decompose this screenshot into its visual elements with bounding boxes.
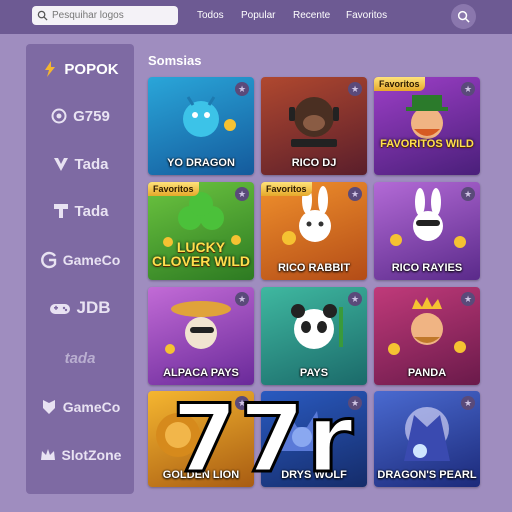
search-icon [37,10,48,21]
favorite-star-icon[interactable]: ★ [461,187,475,201]
favorite-star-icon[interactable]: ★ [235,292,249,306]
game-tile[interactable]: ★ PANDA [374,287,480,385]
provider-label: Tada [74,155,109,173]
provider-label: G759 [73,107,110,125]
provider-tada[interactable]: Tada [26,149,134,179]
search-input[interactable] [52,10,172,21]
favorite-star-icon[interactable]: ★ [461,82,475,96]
provider-tada-logo[interactable]: tada [26,343,134,373]
provider-label: Tada [74,202,109,220]
top-bar: Todos Popular Recente Favoritos [0,0,512,34]
game-tile[interactable]: ★ ALPACA PAYS [148,287,254,385]
search-icon [457,10,470,23]
provider-g759[interactable]: G759 [26,101,134,131]
provider-jdb[interactable]: JDB [26,293,134,323]
crest-icon [40,398,58,416]
game-tile[interactable]: Favoritos ★ RICO RABBIT [261,182,367,280]
game-tile[interactable]: ★ RICO DJ [261,77,367,175]
overlay-text: 77r [171,385,356,494]
nav-todos[interactable]: Todos [197,10,224,21]
provider-label: SlotZone [61,447,122,463]
game-tile[interactable]: ★ PAYS [261,287,367,385]
provider-label: POPOK [64,60,119,78]
favorite-star-icon[interactable]: ★ [461,396,475,410]
game-name: RICO DJ [291,157,337,169]
provider-label: GameCo [62,399,121,415]
lightning-icon [41,60,59,78]
favorite-badge: Favoritos [261,182,312,196]
provider-label: JDB [76,298,111,317]
nav-popular[interactable]: Popular [241,10,275,21]
search-button[interactable] [451,4,476,29]
favorite-badge: Favoritos [148,182,199,196]
provider-tada-2[interactable]: Tada [26,196,134,226]
t-shield-icon [52,202,70,220]
game-name: ALPACA PAYS [163,367,239,379]
provider-sidebar: POPOK G759 Tada Tada GameCo JDB tada Gam… [26,44,134,494]
nav-favoritos[interactable]: Favoritos [346,10,387,21]
provider-gameco-2[interactable]: GameCo [26,392,134,422]
favorite-badge: Favoritos [374,77,425,91]
favorite-star-icon[interactable]: ★ [461,292,475,306]
game-art-title: FAVORITOS WILD [380,138,474,150]
ring-icon [50,107,68,125]
favorite-star-icon[interactable]: ★ [235,82,249,96]
script-logo-icon: tada [64,349,96,367]
nav-recente[interactable]: Recente [293,10,330,21]
crown-icon [39,446,57,464]
g-arrow-icon [40,251,58,269]
game-tile[interactable]: ★ RICO RAYIES [374,182,480,280]
search-box[interactable] [32,6,178,25]
favorite-star-icon[interactable]: ★ [348,82,362,96]
provider-gameco[interactable]: GameCo [26,245,134,275]
game-tile[interactable]: Favoritos ★ LUCKY CLOVER WILD [148,182,254,280]
provider-label: GameCo [62,252,121,268]
game-tile[interactable]: Favoritos ★ FAVORITOS WILD [374,77,480,175]
game-art-title: LUCKY CLOVER WILD [152,239,250,269]
provider-popok[interactable]: POPOK [26,54,134,84]
game-name: RICO RABBIT [277,262,351,274]
game-name: PAYS [299,367,329,379]
gamepad-icon [49,299,71,317]
v-shield-icon [52,155,70,173]
game-name: RICO RAYIES [391,262,463,274]
game-name: PANDA [407,367,447,379]
favorite-star-icon[interactable]: ★ [348,292,362,306]
section-title: Somsias [148,53,202,68]
favorite-star-icon[interactable]: ★ [235,187,249,201]
favorite-star-icon[interactable]: ★ [348,187,362,201]
game-name: YO DRAGON [167,157,235,169]
game-tile[interactable]: ★ YO DRAGON [148,77,254,175]
provider-slotzone[interactable]: SlotZone [26,440,134,470]
game-name: DRAGON'S PEARL [377,469,477,481]
game-tile[interactable]: ★ DRAGON'S PEARL [374,391,480,487]
